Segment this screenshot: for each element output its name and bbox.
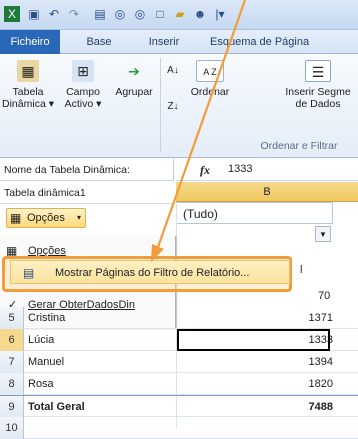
report-filter-cell[interactable]: (Tudo): [176, 202, 333, 224]
table-row[interactable]: 5 Cristina 1371: [0, 307, 358, 329]
new-file-icon[interactable]: □: [152, 6, 168, 22]
row-number[interactable]: 6: [0, 329, 24, 351]
chevron-down-icon: ▾: [76, 213, 81, 222]
row-name[interactable]: Manuel: [28, 351, 64, 373]
row-value[interactable]: 1820: [309, 373, 333, 395]
fx-icon[interactable]: fx: [200, 163, 210, 178]
active-field-label: Campo Activo ▾: [64, 86, 102, 110]
tab-ficheiro[interactable]: Ficheiro: [0, 30, 60, 54]
sort-button[interactable]: A Z Ordenar: [184, 60, 236, 98]
slicer-label: Inserir Segme de Dados: [285, 86, 351, 110]
group-button[interactable]: ➔ Agrupar: [108, 60, 160, 98]
sort-za-icon: Z↓: [167, 101, 179, 112]
table-row-total[interactable]: 9 Total Geral 7488: [0, 395, 358, 418]
print-preview-icon[interactable]: ▤: [92, 6, 108, 22]
sort-dialog-icon: A Z: [196, 60, 224, 82]
zoom-icon[interactable]: ◎: [112, 6, 128, 22]
ribbon-separator: [160, 58, 161, 152]
undo-icon[interactable]: ↶: [46, 6, 62, 22]
zoom-icon-2[interactable]: ◎: [132, 6, 148, 22]
pivot-table-icon: ▦: [17, 60, 39, 82]
table-row[interactable]: 8 Rosa 1820: [0, 373, 358, 395]
filter-dropdown-arrow[interactable]: ▼: [315, 226, 331, 242]
save-icon[interactable]: ▣: [26, 6, 42, 22]
row-number[interactable]: 5: [0, 307, 24, 329]
formula-value[interactable]: 1333: [228, 163, 252, 175]
row-value[interactable]: 7488: [309, 396, 333, 418]
ribbon-tabs: Ficheiro Base Inserir Esquema de Página: [0, 30, 358, 54]
excel-logo-icon: X: [4, 6, 20, 22]
row-name[interactable]: Lúcia: [28, 329, 54, 351]
sort-az-button[interactable]: A↓: [162, 60, 184, 86]
pivot-table-label: Tabela Dinâmica ▾: [2, 86, 54, 110]
active-field-button[interactable]: ⊞ Campo Activo ▾: [58, 60, 108, 110]
options-button-label: Opções: [27, 212, 65, 224]
partial-value: l: [300, 264, 303, 276]
group-label-sort-filter: Ordenar e Filtrar: [260, 140, 338, 152]
group-arrow-icon: ➔: [128, 63, 140, 79]
active-field-icon: ⊞: [72, 60, 94, 82]
group-label: Agrupar: [115, 86, 153, 98]
row-value[interactable]: 1394: [309, 351, 333, 373]
row-number[interactable]: 10: [0, 417, 24, 439]
insert-slicer-button[interactable]: ☰ Inserir Segme de Dados: [278, 60, 358, 110]
user-icon[interactable]: ☻: [192, 6, 208, 22]
report-pages-icon: ▤: [23, 266, 35, 280]
tab-base[interactable]: Base: [74, 30, 124, 54]
ribbon: ▦ Tabela Dinâmica ▾ ⊞ Campo Activo ▾ ➔ A…: [0, 54, 358, 158]
sort-label: Ordenar: [190, 86, 230, 98]
row-name[interactable]: Rosa: [28, 373, 54, 395]
options-icon: ▦: [10, 211, 22, 225]
selected-cell[interactable]: [177, 329, 330, 351]
customize-qa-icon[interactable]: |▾: [212, 6, 228, 22]
table-row[interactable]: 7 Manuel 1394: [0, 351, 358, 373]
sort-az-icon: A↓: [167, 65, 179, 76]
row-number[interactable]: 8: [0, 373, 24, 395]
row-name[interactable]: Total Geral: [28, 396, 85, 418]
tab-inserir[interactable]: Inserir: [134, 30, 194, 54]
redo-icon[interactable]: ↷: [66, 6, 82, 22]
sort-za-button[interactable]: Z↓: [162, 96, 184, 122]
row-number[interactable]: 9: [0, 396, 24, 418]
pivot-table-button[interactable]: ▦ Tabela Dinâmica ▾: [2, 60, 54, 110]
menu-item-mostrar-label: Mostrar Páginas do Filtro de Relatório..…: [55, 267, 250, 279]
partial-value-2: 70: [318, 290, 331, 302]
pivot-table-name[interactable]: Tabela dinâmica1: [0, 182, 174, 204]
menu-item-mostrar-paginas[interactable]: ▤ Mostrar Páginas do Filtro de Relatório…: [10, 260, 290, 284]
tab-esquema[interactable]: Esquema de Página: [210, 30, 358, 54]
open-folder-icon[interactable]: ▰: [172, 6, 188, 22]
title-bar: X ▣ ↶ ↷ ▤ ◎ ◎ □ ▰ ☻ |▾: [0, 0, 358, 30]
column-header-b[interactable]: B: [176, 182, 358, 202]
row-name[interactable]: Cristina: [28, 307, 65, 329]
row-value[interactable]: 1371: [309, 307, 333, 329]
name-box[interactable]: Nome da Tabela Dinâmica:: [0, 159, 174, 181]
row-number[interactable]: 7: [0, 351, 24, 373]
table-row[interactable]: 10: [0, 417, 358, 439]
slicer-icon: ☰: [305, 60, 331, 82]
